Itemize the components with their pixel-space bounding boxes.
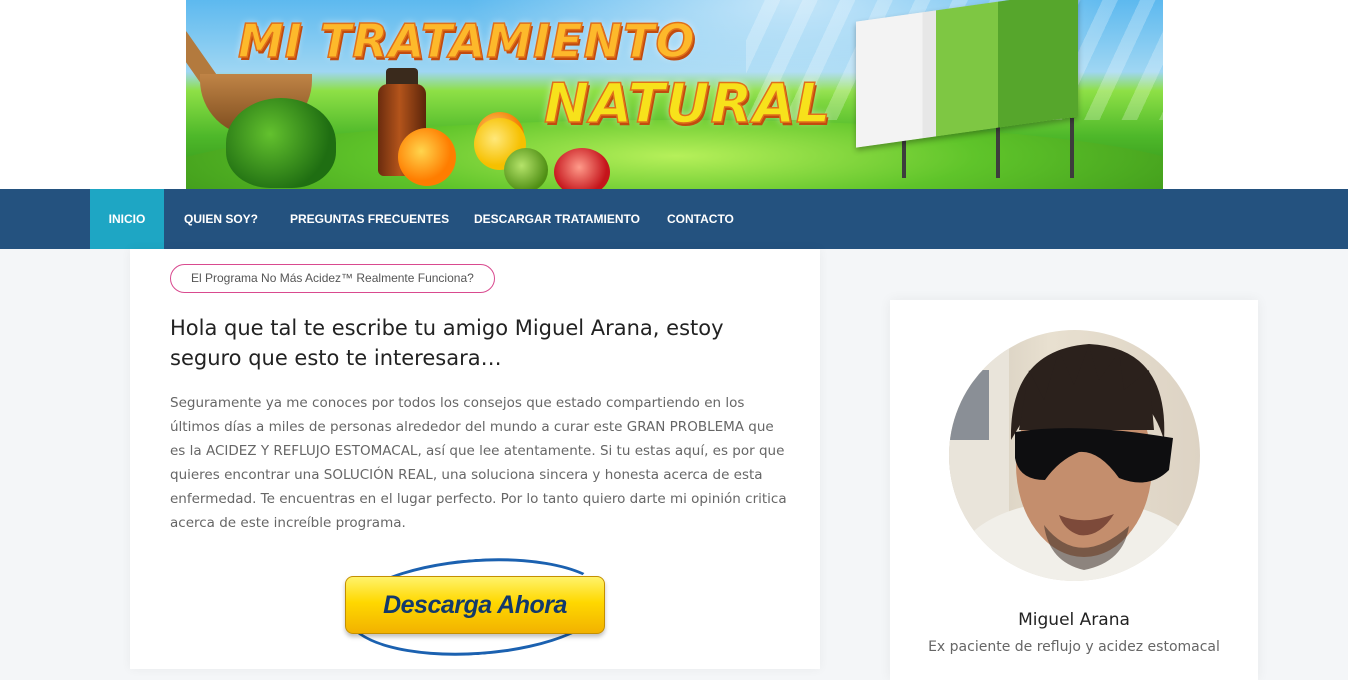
main-content-card: El Programa No Más Acidez™ Realmente Fun…: [130, 249, 820, 669]
billboard-post: [1070, 118, 1074, 178]
author-photo-icon: [949, 330, 1199, 581]
author-sidebar-card: Miguel Arana Ex paciente de reflujo y ac…: [890, 300, 1258, 680]
main-navigation: INICIO QUIEN SOY? PREGUNTAS FRECUENTES D…: [0, 189, 1348, 249]
grapes-decoration: [504, 148, 548, 189]
apple-decoration: [554, 148, 610, 189]
download-cta: Descarga Ahora: [342, 549, 612, 665]
banner-title-line2: NATURAL: [543, 71, 832, 136]
herb-leaves-decoration: [226, 98, 336, 188]
author-name: Miguel Arana: [1018, 610, 1130, 630]
post-title-pill-link[interactable]: El Programa No Más Acidez™ Realmente Fun…: [170, 264, 495, 293]
download-now-button[interactable]: Descarga Ahora: [345, 576, 605, 634]
billboard-image: [856, 0, 1078, 148]
page-headline: Hola que tal te escribe tu amigo Miguel …: [170, 316, 724, 370]
nav-item-contacto[interactable]: CONTACTO: [667, 189, 734, 249]
nav-item-descargar-tratamiento[interactable]: DESCARGAR TRATAMIENTO: [474, 189, 640, 249]
header-banner-image[interactable]: MI TRATAMIENTO NATURAL: [186, 0, 1163, 189]
header: MI TRATAMIENTO NATURAL: [0, 0, 1348, 189]
author-avatar: [949, 330, 1200, 581]
nav-item-quien-soy[interactable]: QUIEN SOY?: [184, 189, 258, 249]
author-description: Ex paciente de reflujo y acidez estomaca…: [928, 639, 1220, 655]
orange-slice-decoration: [398, 128, 456, 186]
nav-item-inicio[interactable]: INICIO: [90, 189, 164, 249]
nav-item-preguntas-frecuentes[interactable]: PREGUNTAS FRECUENTES: [290, 189, 449, 249]
banner-title-line1: MI TRATAMIENTO: [237, 13, 696, 69]
intro-paragraph: Seguramente ya me conoces por todos los …: [170, 395, 787, 531]
